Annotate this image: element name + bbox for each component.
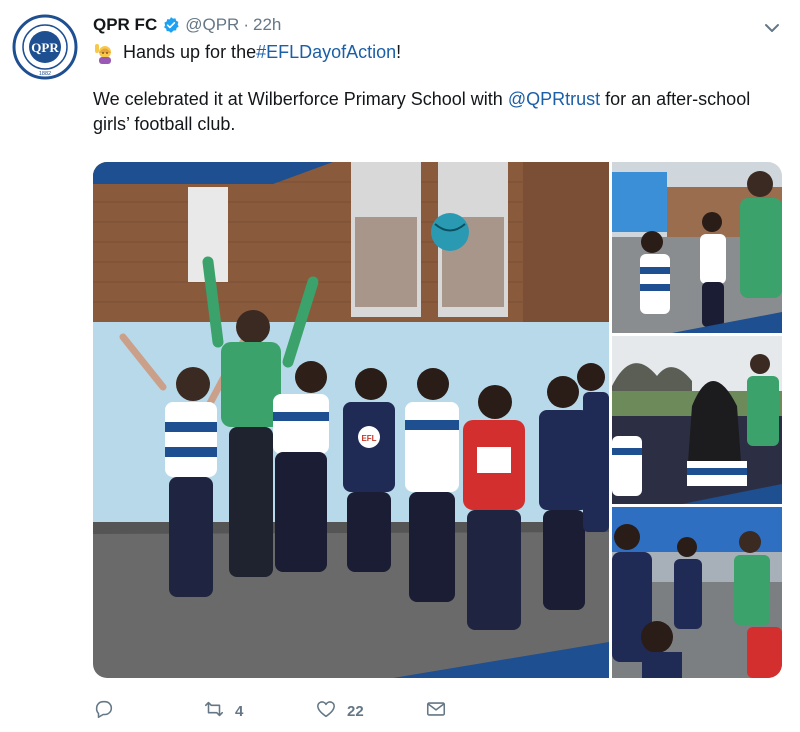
chevron-down-icon[interactable] xyxy=(762,18,782,38)
avatar[interactable]: QPR 1882 xyxy=(12,14,78,80)
direct-message-button[interactable] xyxy=(425,698,447,724)
shirt-efl-text: EFL xyxy=(361,434,376,443)
heart-icon xyxy=(315,698,337,724)
like-button[interactable]: 22 xyxy=(315,698,425,724)
text-line1-prefix: Hands up for the xyxy=(123,42,257,62)
avatar-year: 1882 xyxy=(39,71,51,77)
retweet-count: 4 xyxy=(235,702,244,720)
main-photo[interactable]: EFL xyxy=(93,162,609,678)
avatar-monogram: QPR xyxy=(31,40,59,55)
raising-hand-emoji-icon xyxy=(93,42,115,64)
photo-bottom-right[interactable] xyxy=(612,507,782,678)
media-grid: EFL xyxy=(93,162,782,678)
tweet-header: QPR FC @QPR · 22h xyxy=(93,14,281,36)
author-handle[interactable]: @QPR xyxy=(185,14,239,36)
tweet-text: Hands up for the #EFLDayofAction! We cel… xyxy=(93,40,773,137)
author-name[interactable]: QPR FC xyxy=(93,14,157,36)
separator: · xyxy=(243,15,250,34)
photo-top-right[interactable] xyxy=(612,162,782,333)
photo-middle-right[interactable] xyxy=(612,336,782,504)
mention-link[interactable]: @QPRtrust xyxy=(508,89,600,109)
text-para-prefix: We celebrated it at Wilberforce Primary … xyxy=(93,89,508,109)
hashtag-link[interactable]: #EFLDayofAction xyxy=(256,40,396,65)
reply-button[interactable] xyxy=(93,698,203,724)
envelope-icon xyxy=(425,698,447,724)
retweet-button[interactable]: 4 xyxy=(203,698,315,724)
verified-badge-icon xyxy=(162,16,180,34)
timestamp[interactable]: 22h xyxy=(253,14,281,36)
retweet-icon xyxy=(203,698,225,724)
action-bar: 4 22 xyxy=(93,698,447,724)
like-count: 22 xyxy=(347,702,364,720)
reply-icon xyxy=(93,698,115,724)
text-line1-suffix: ! xyxy=(396,42,402,62)
